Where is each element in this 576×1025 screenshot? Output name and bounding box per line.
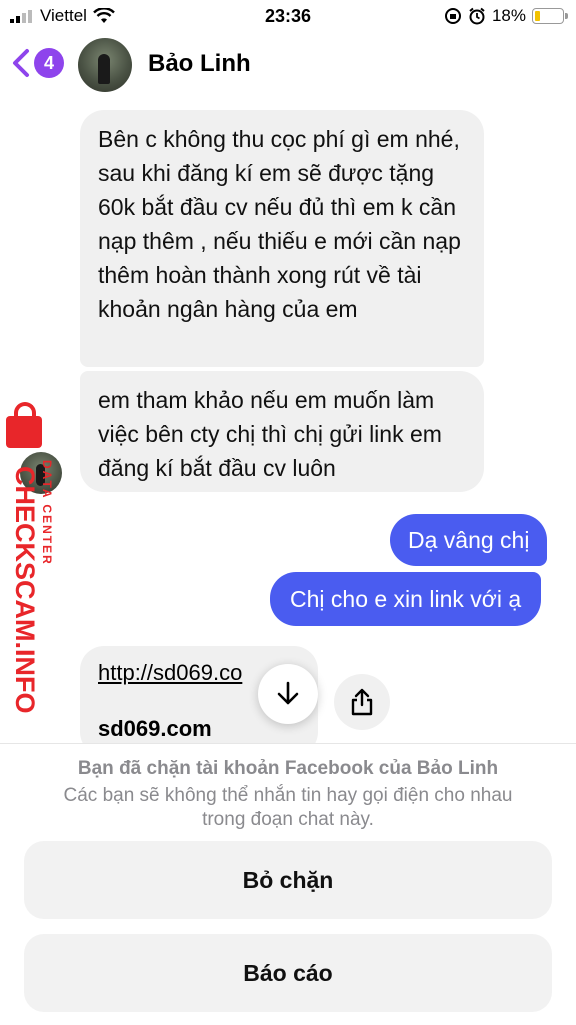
- scroll-to-bottom-button[interactable]: [258, 664, 318, 724]
- lock-icon: [6, 402, 42, 448]
- unread-badge: 4: [34, 48, 64, 78]
- watermark: DATA CENTER CHECKSCAM.INFO: [2, 402, 64, 714]
- blocked-title: Bạn đã chặn tài khoản Facebook của Bảo L…: [77, 758, 499, 779]
- outgoing-message[interactable]: Dạ vâng chị: [390, 514, 548, 566]
- share-icon: [351, 688, 373, 716]
- alarm-icon: [469, 7, 485, 25]
- rotation-lock-icon: [444, 8, 461, 24]
- watermark-text: CHECKSCAM.INFO: [10, 466, 40, 714]
- unblock-button[interactable]: Bỏ chặn: [24, 841, 552, 919]
- watermark-subtitle: DATA CENTER: [40, 460, 54, 566]
- arrow-down-icon: [277, 681, 299, 705]
- battery-icon: [532, 8, 568, 24]
- contact-avatar[interactable]: [78, 38, 132, 92]
- share-button[interactable]: [334, 674, 390, 730]
- contact-name[interactable]: Bảo Linh: [148, 50, 251, 78]
- report-button[interactable]: Báo cáo: [24, 934, 552, 1012]
- incoming-message[interactable]: em tham khảo nếu em muốn làm việc bên ct…: [80, 371, 484, 492]
- back-button[interactable]: 4: [10, 48, 64, 78]
- chevron-left-icon: [13, 49, 29, 77]
- incoming-message[interactable]: Bên c không thu cọc phí gì em nhé, sau k…: [80, 110, 484, 367]
- battery-percent: 18%: [491, 6, 526, 25]
- status-right: 18%: [444, 6, 568, 26]
- link-domain: sd069.com: [98, 716, 212, 741]
- blocked-panel: Bạn đã chặn tài khoản Facebook của Bảo L…: [0, 743, 576, 1025]
- message-list[interactable]: Bên c không thu cọc phí gì em nhé, sau k…: [0, 98, 576, 743]
- outgoing-message[interactable]: Chị cho e xin link với ạ: [270, 572, 542, 626]
- status-bar: Viettel 23:36 18%: [0, 0, 576, 34]
- blocked-description: Các bạn sẽ không thể nhắn tin hay gọi đi…: [63, 785, 513, 830]
- chat-header: 4 Bảo Linh: [0, 34, 576, 98]
